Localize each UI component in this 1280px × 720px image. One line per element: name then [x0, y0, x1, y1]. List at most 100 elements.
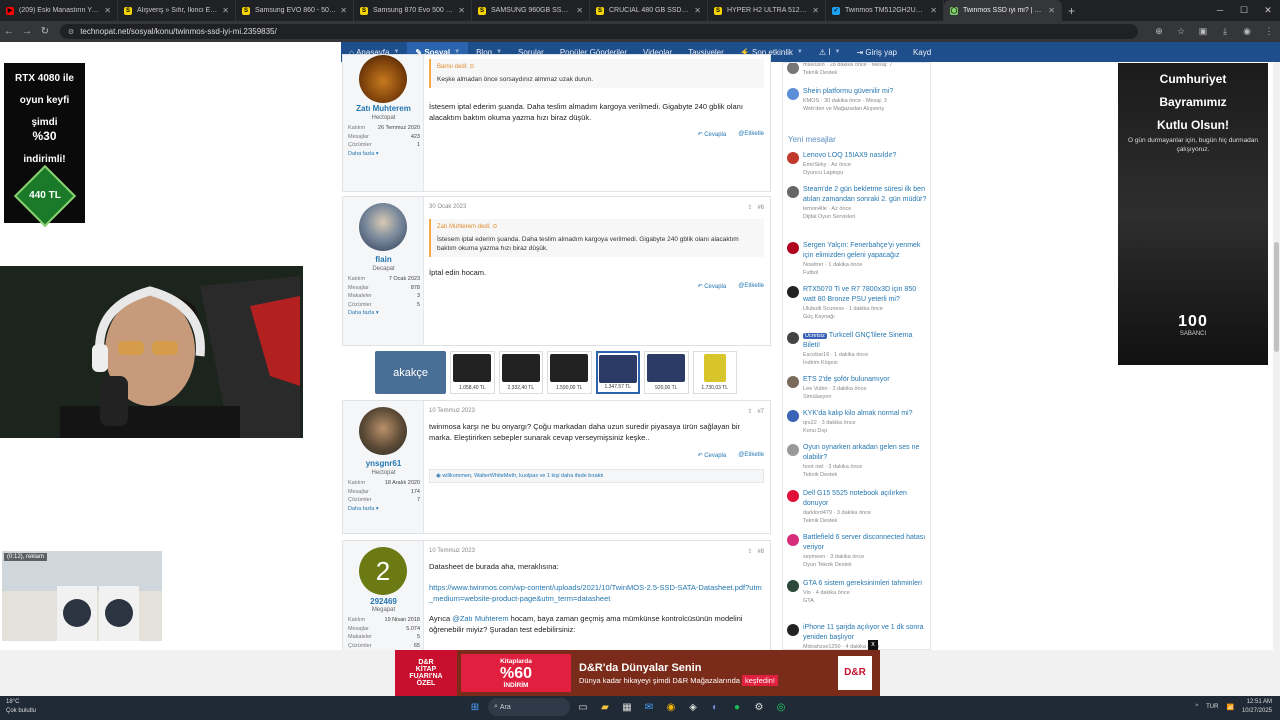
close-window-icon[interactable]: ✕ [1256, 0, 1280, 21]
sidebar-thread[interactable]: Sergen Yalçın: Fenerbahçe'yi yenmek için… [787, 241, 929, 277]
thread-title[interactable]: Battlefield 6 server disconnected hatası… [803, 533, 929, 553]
avatar[interactable] [359, 203, 407, 251]
username[interactable]: ynsgnr61 [343, 459, 424, 468]
tab-close-icon[interactable]: ✕ [104, 6, 111, 15]
avatar[interactable] [787, 490, 799, 502]
thread-category[interactable]: Oyuncu Laptopu [803, 169, 929, 177]
left-ad[interactable]: RTX 4080 ile oyun keyfi şimdi %30 indiri… [4, 63, 85, 228]
sidebar-thread[interactable]: KYK'da kalıp kilo almak normal mi? qrs22 … [787, 409, 929, 435]
avatar[interactable] [787, 580, 799, 592]
thread-title[interactable]: GTA 6 sistem gereksinimleri tahminleri [803, 579, 929, 589]
mail-icon[interactable]: ✉ [640, 698, 658, 716]
sidebar-thread[interactable]: Ücretsiz Turkcell GNÇ'lilere Sinema Bilet… [787, 331, 929, 367]
forward-icon[interactable]: → [18, 26, 36, 37]
spotify-icon[interactable]: ● [728, 698, 746, 716]
share-icon[interactable]: ⇪ [747, 549, 752, 555]
post-number[interactable]: ⇪ #8 [747, 548, 764, 555]
tag-button[interactable]: @Etiketle [738, 452, 764, 459]
avatar[interactable] [787, 88, 799, 100]
tray-chevron-icon[interactable]: ^ [1195, 704, 1198, 710]
product-card[interactable]: 1.590,00 TL [547, 351, 592, 394]
sidebar-thread[interactable]: malvusin · 28 dakika önce · Mesaj: 7 Tekn… [787, 63, 929, 77]
tab-close-icon[interactable]: ✕ [812, 6, 819, 15]
browser-tab[interactable]: S HYPER H2 ULTRA 512GB SSD D✕ [708, 0, 826, 21]
url-field[interactable]: ⚙ technopat.net/sosyal/konu/twinmos-ssd-… [59, 24, 1138, 39]
thread-title[interactable]: RTX5070 Ti ve R7 7800x3D için 850 watt 8… [803, 285, 929, 305]
chevron-down-icon[interactable]: ▼ [797, 49, 803, 55]
nav-item[interactable]: ⚠ İ ▼ [811, 42, 849, 62]
product-card[interactable]: 1.058,40 TL [450, 351, 495, 394]
thread-category[interactable]: Güç Kaynağı [803, 313, 929, 321]
share-icon[interactable]: ⇪ [747, 409, 752, 415]
post-date[interactable]: 10 Temmuz 2023 [429, 408, 475, 414]
more-link[interactable]: Daha fazla ▾ [348, 309, 420, 318]
sidebar-thread[interactable]: RTX5070 Ti ve R7 7800x3D için 850 watt 8… [787, 285, 929, 321]
zoom-icon[interactable]: ⊕ [1148, 26, 1170, 37]
clock[interactable]: 12:51 AM 10/27/2025 [1242, 698, 1272, 716]
avatar[interactable] [787, 444, 799, 456]
thread-title[interactable]: Oyun oynarken arkadan gelen ses ne olabi… [803, 443, 929, 463]
bookmark-icon[interactable]: ☆ [1170, 26, 1192, 37]
thread-category[interactable]: Konu Dışı [803, 427, 929, 435]
avatar[interactable] [787, 242, 799, 254]
file-explorer-icon[interactable]: ▰ [596, 698, 614, 716]
quote-header[interactable]: Barnıı dedi: ⊙ [437, 63, 758, 72]
bottom-banner-ad[interactable]: D&R KİTAP FUARI'NA ÖZEL Kitaplarda %60 İ… [395, 650, 880, 696]
product-card[interactable]: 1.730,03 TL [692, 351, 737, 394]
app-icon[interactable]: ◈ [684, 698, 702, 716]
reactions-bar[interactable]: ◉ willkommen, WalterWhiteMeth, kuolpas v… [429, 469, 764, 483]
tag-button[interactable]: @Etiketle [738, 131, 764, 138]
store-icon[interactable]: ▦ [618, 698, 636, 716]
avatar[interactable] [787, 186, 799, 198]
task-view-icon[interactable]: ▭ [574, 698, 592, 716]
thread-category[interactable]: GTA [803, 597, 929, 605]
thread-category[interactable]: Teknik Destek [803, 517, 929, 525]
tag-button[interactable]: @Etiketle [738, 283, 764, 290]
sidebar-thread[interactable]: GTA 6 sistem gereksinimleri tahminleri Vi… [787, 579, 929, 605]
username[interactable]: flain [343, 255, 424, 264]
avatar[interactable] [787, 534, 799, 546]
tab-close-icon[interactable]: ✕ [576, 6, 583, 15]
browser-tab[interactable]: ✓ Twinmos TM512GH2UGL SATA ✕ [826, 0, 944, 21]
thread-title[interactable]: Dell G15 5525 notebook açılırken donuyor [803, 489, 929, 509]
thread-category[interactable]: Simülasyon [803, 393, 929, 401]
avatar[interactable] [787, 63, 799, 74]
avatar[interactable] [787, 286, 799, 298]
product-card[interactable]: 920,00 TL [644, 351, 689, 394]
settings-icon[interactable]: ⚙ [750, 698, 768, 716]
username[interactable]: 292469 [343, 597, 424, 606]
reload-icon[interactable]: ↻ [36, 26, 54, 37]
datasheet-link[interactable]: https://www.twinmos.com/wp-content/uploa… [429, 582, 764, 604]
browser-tab[interactable]: ◯ Twinmos SSD iyi mi? | Technop✕ [944, 0, 1062, 21]
browser-tab[interactable]: ▶ (209) Eski Manastırın Yarında D ✕ [0, 0, 118, 21]
browser-tab[interactable]: S SAMSUNG 960GB SSD - Alışve ✕ [472, 0, 590, 21]
thread-title[interactable]: Sergen Yalçın: Fenerbahçe'yi yenmek için… [803, 241, 929, 261]
avatar[interactable] [787, 152, 799, 164]
sidebar-thread[interactable]: Lenovo LOQ 15IAX9 nasıldır? EmirSirky · A… [787, 151, 929, 177]
chrome-icon[interactable]: ◉ [662, 698, 680, 716]
tab-close-icon[interactable]: ✕ [1048, 6, 1055, 15]
weather-widget[interactable]: 18°C Çok bulutlu [6, 698, 36, 716]
mini-video-ad[interactable]: (0:12), reklam [2, 551, 162, 641]
browser-tab[interactable]: S Samsung 870 Evo 500 GB - Alış ✕ [354, 0, 472, 21]
sidebar-thread[interactable]: Steam'de 2 gün bekletme süresi ilk ben a… [787, 185, 929, 221]
thread-category[interactable]: Teknik Destek [803, 471, 929, 479]
avatar[interactable] [359, 55, 407, 103]
username[interactable]: Zatı Muhterem [343, 104, 424, 113]
cta-button[interactable]: keşfedin! [742, 674, 779, 686]
profile-icon[interactable]: ◉ [1236, 26, 1258, 37]
right-ad[interactable]: Cumhuriyet Bayramımız Kutlu Olsun! O gün… [1118, 63, 1268, 365]
avatar[interactable]: 2 [359, 547, 407, 595]
page-scrollbar[interactable] [1273, 62, 1280, 650]
chevron-down-icon[interactable]: ▼ [835, 49, 841, 55]
sidebar-thread[interactable]: iPhone 11 şarjda açılıyor ve 1 dk sonra … [787, 623, 929, 649]
maximize-icon[interactable]: ☐ [1232, 0, 1256, 21]
sidebar-thread[interactable]: Shein platformu güvenilir mi? KMOS · 30 d… [787, 87, 929, 113]
tab-close-icon[interactable]: ✕ [930, 6, 937, 15]
user-mention[interactable]: @Zatı Muhterem [452, 614, 508, 623]
thread-title[interactable]: iPhone 11 şarjda açılıyor ve 1 dk sonra … [803, 623, 929, 643]
post-number[interactable]: ⇪ #6 [747, 204, 764, 211]
close-ad-button[interactable]: x [868, 640, 878, 650]
quote-header[interactable]: Zatı Muhterem dedi: ⊙ [437, 223, 758, 232]
avatar[interactable] [787, 410, 799, 422]
